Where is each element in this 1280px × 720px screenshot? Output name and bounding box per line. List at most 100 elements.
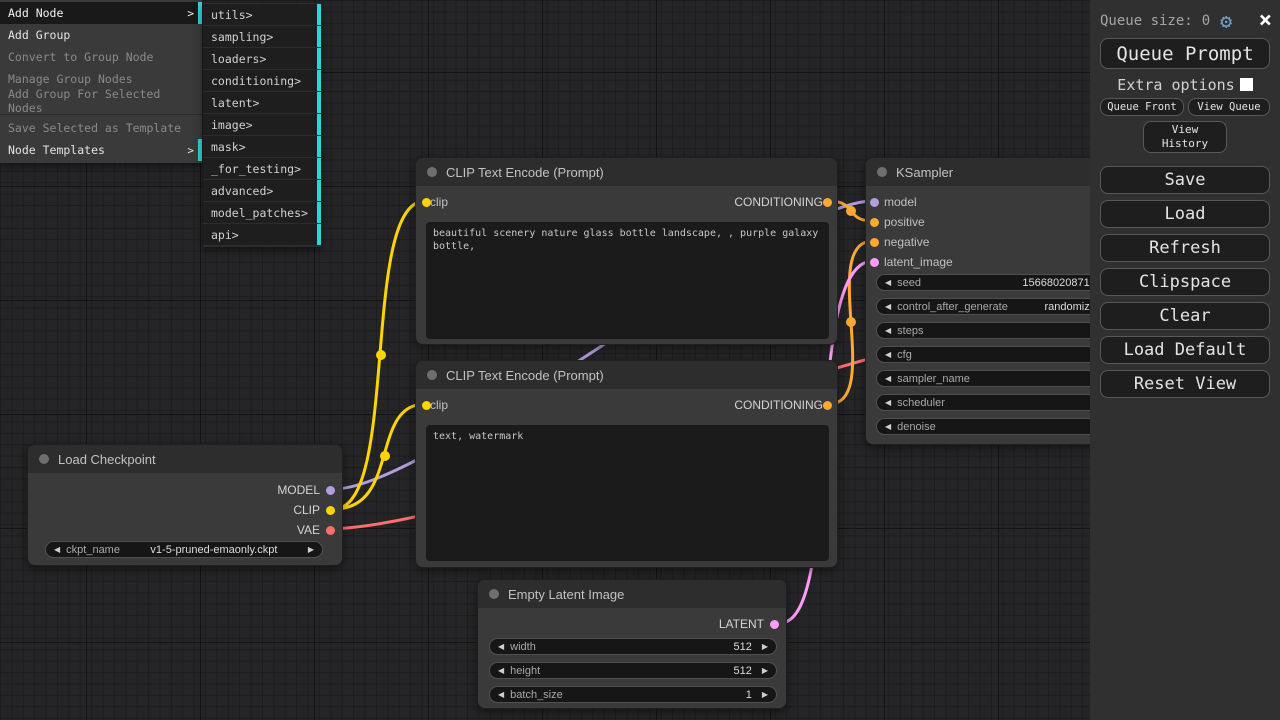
- node-title: CLIP Text Encode (Prompt): [446, 368, 604, 383]
- decrement-arrow-icon[interactable]: ◀: [885, 322, 891, 339]
- settings-gear-icon[interactable]: ⚙: [1220, 11, 1232, 31]
- widget-batch-size[interactable]: ◀ batch_size 1 ▶: [489, 686, 777, 703]
- submenu-item-latent[interactable]: latent>: [203, 92, 321, 113]
- output-port-latent[interactable]: [770, 620, 779, 629]
- prompt-textarea[interactable]: text, watermark: [426, 425, 829, 561]
- node-titlebar[interactable]: CLIP Text Encode (Prompt): [416, 361, 837, 389]
- load-button[interactable]: Load: [1100, 200, 1270, 228]
- output-port-conditioning[interactable]: [823, 198, 832, 207]
- node-title: Load Checkpoint: [58, 452, 156, 467]
- output-port-model[interactable]: [326, 486, 335, 495]
- input-port-latent-image[interactable]: [870, 258, 879, 267]
- submenu-item-loaders[interactable]: loaders>: [203, 48, 321, 69]
- submenu-item-mask[interactable]: mask>: [203, 136, 321, 157]
- submenu-accent-bar: [317, 70, 321, 91]
- close-icon[interactable]: ×: [1259, 11, 1272, 31]
- submenu-item-advanced[interactable]: advanced>: [203, 180, 321, 201]
- refresh-button[interactable]: Refresh: [1100, 234, 1270, 262]
- submenu-item-image[interactable]: image>: [203, 114, 321, 135]
- submenu-arrow-icon: >: [253, 96, 260, 110]
- add-node-submenu: utils> sampling> loaders> conditioning> …: [203, 3, 321, 247]
- output-port-conditioning[interactable]: [823, 401, 832, 410]
- decrement-arrow-icon[interactable]: ◀: [885, 418, 891, 435]
- widget-width[interactable]: ◀ width 512 ▶: [489, 638, 777, 655]
- prev-option-arrow-icon[interactable]: ◀: [54, 541, 60, 558]
- output-port-vae[interactable]: [326, 526, 335, 535]
- node-clip-text-encode-positive[interactable]: CLIP Text Encode (Prompt) clip CONDITION…: [415, 157, 838, 345]
- output-port-clip[interactable]: [326, 506, 335, 515]
- menu-item-add-group-for-selected-nodes: Add Group For Selected Nodes: [0, 90, 202, 112]
- output-label: LATENT: [719, 617, 764, 631]
- widget-cfg[interactable]: ◀ cfg ▶: [876, 346, 1121, 363]
- collapse-dot-icon[interactable]: [427, 370, 437, 380]
- menu-item-node-templates[interactable]: Node Templates >: [0, 139, 202, 161]
- widget-sampler-name[interactable]: ◀ sampler_name ▶: [876, 370, 1121, 387]
- decrement-arrow-icon[interactable]: ◀: [885, 394, 891, 411]
- submenu-arrow-icon: >: [246, 118, 253, 132]
- node-title: KSampler: [896, 165, 953, 180]
- collapse-dot-icon[interactable]: [427, 167, 437, 177]
- clipspace-button[interactable]: Clipspace: [1100, 268, 1270, 296]
- decrement-arrow-icon[interactable]: ◀: [498, 662, 504, 679]
- submenu-arrow-icon: >: [187, 7, 194, 20]
- output-label: MODEL: [277, 483, 320, 497]
- widget-seed[interactable]: ◀ seed 156680208717 ▶: [876, 274, 1121, 291]
- input-port-positive[interactable]: [870, 218, 879, 227]
- decrement-arrow-icon[interactable]: ◀: [498, 686, 504, 703]
- reset-view-button[interactable]: Reset View: [1100, 370, 1270, 398]
- queue-size-count: 0: [1202, 13, 1210, 29]
- widget-control-after-generate[interactable]: ◀ control_after_generate randomize ▶: [876, 298, 1121, 315]
- widget-denoise[interactable]: ◀ denoise ▶: [876, 418, 1121, 435]
- input-label: clip: [430, 195, 448, 209]
- queue-front-button[interactable]: Queue Front: [1100, 98, 1184, 116]
- submenu-item-api[interactable]: api>: [203, 224, 321, 245]
- widget-steps[interactable]: ◀ steps ▶: [876, 322, 1121, 339]
- node-titlebar[interactable]: CLIP Text Encode (Prompt): [416, 158, 837, 186]
- widget-ckpt-name[interactable]: ◀ ckpt_name v1-5-pruned-emaonly.ckpt ▶: [45, 541, 323, 558]
- menu-item-add-node[interactable]: Add Node >: [0, 2, 202, 24]
- submenu-item-for-testing[interactable]: _for_testing>: [203, 158, 321, 179]
- submenu-accent-bar: [317, 92, 321, 113]
- increment-arrow-icon[interactable]: ▶: [762, 686, 768, 703]
- decrement-arrow-icon[interactable]: ◀: [885, 346, 891, 363]
- decrement-arrow-icon[interactable]: ◀: [885, 298, 891, 315]
- submenu-item-sampling[interactable]: sampling>: [203, 26, 321, 47]
- prompt-textarea[interactable]: beautiful scenery nature glass bottle la…: [426, 222, 829, 339]
- submenu-accent-bar: [317, 4, 321, 25]
- increment-arrow-icon[interactable]: ▶: [762, 638, 768, 655]
- view-queue-button[interactable]: View Queue: [1188, 98, 1270, 116]
- menu-item-add-group[interactable]: Add Group: [0, 24, 202, 46]
- node-titlebar[interactable]: Empty Latent Image: [478, 580, 786, 608]
- submenu-accent-bar: [317, 158, 321, 179]
- submenu-item-model-patches[interactable]: model_patches>: [203, 202, 321, 223]
- widget-height[interactable]: ◀ height 512 ▶: [489, 662, 777, 679]
- input-port-model[interactable]: [870, 198, 879, 207]
- decrement-arrow-icon[interactable]: ◀: [885, 370, 891, 387]
- wire-clip-1: [334, 201, 425, 509]
- save-button[interactable]: Save: [1100, 166, 1270, 194]
- view-history-button[interactable]: View History: [1143, 121, 1227, 153]
- output-label: VAE: [297, 523, 320, 537]
- queue-prompt-button[interactable]: Queue Prompt: [1100, 38, 1270, 69]
- decrement-arrow-icon[interactable]: ◀: [498, 638, 504, 655]
- extra-options-checkbox[interactable]: [1240, 78, 1253, 91]
- widget-scheduler[interactable]: ◀ scheduler ▶: [876, 394, 1121, 411]
- node-titlebar[interactable]: Load Checkpoint: [28, 445, 342, 473]
- collapse-dot-icon[interactable]: [489, 589, 499, 599]
- submenu-item-conditioning[interactable]: conditioning>: [203, 70, 321, 91]
- input-port-negative[interactable]: [870, 238, 879, 247]
- submenu-arrow-icon: >: [246, 8, 253, 22]
- collapse-dot-icon[interactable]: [39, 454, 49, 464]
- clear-button[interactable]: Clear: [1100, 302, 1270, 330]
- node-empty-latent-image[interactable]: Empty Latent Image LATENT ◀ width 512 ▶ …: [477, 579, 787, 709]
- collapse-dot-icon[interactable]: [877, 167, 887, 177]
- decrement-arrow-icon[interactable]: ◀: [885, 274, 891, 291]
- increment-arrow-icon[interactable]: ▶: [762, 662, 768, 679]
- submenu-arrow-icon: >: [301, 206, 308, 220]
- output-label: CONDITIONING: [734, 398, 823, 412]
- node-clip-text-encode-negative[interactable]: CLIP Text Encode (Prompt) clip CONDITION…: [415, 360, 838, 568]
- load-default-button[interactable]: Load Default: [1100, 336, 1270, 364]
- node-load-checkpoint[interactable]: Load Checkpoint MODEL CLIP VAE ◀ ckpt_na…: [27, 444, 343, 566]
- next-option-arrow-icon[interactable]: ▶: [308, 541, 314, 558]
- submenu-item-utils[interactable]: utils>: [203, 4, 321, 25]
